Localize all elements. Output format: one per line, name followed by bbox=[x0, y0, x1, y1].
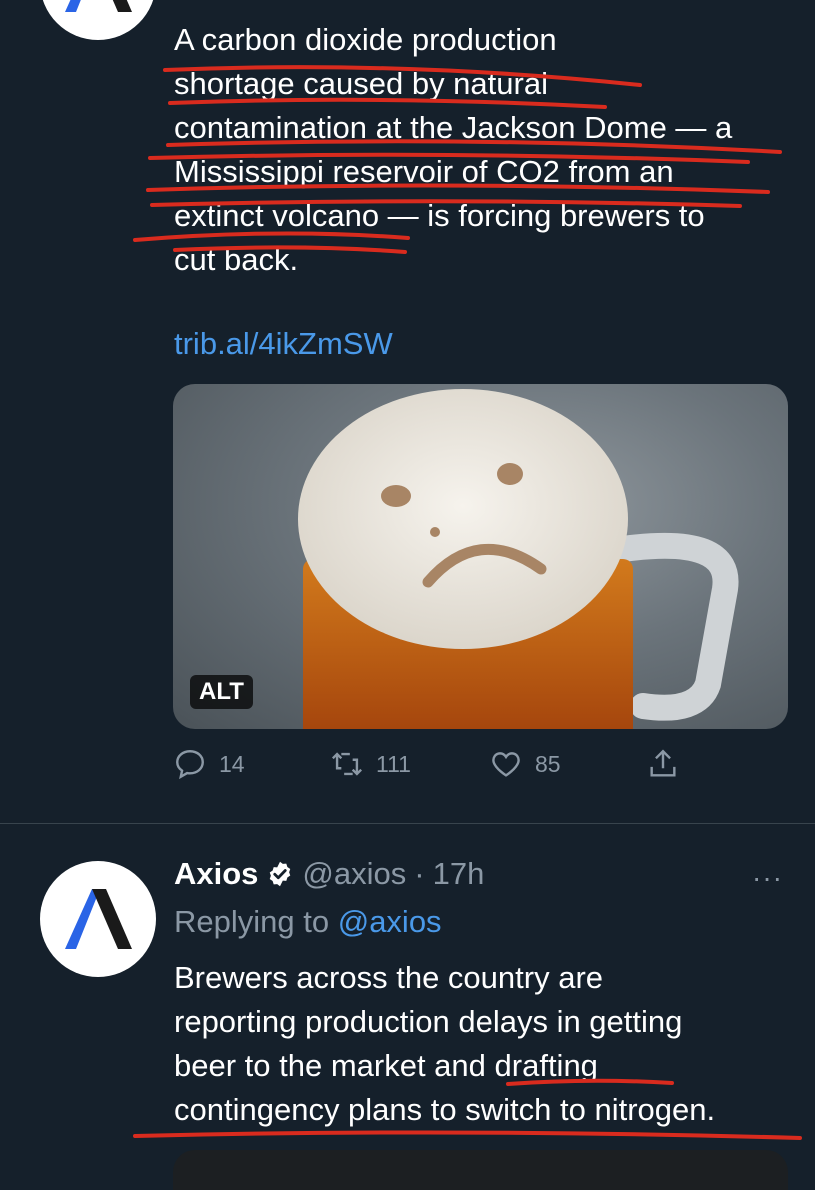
like-button[interactable]: 85 bbox=[489, 747, 561, 781]
tweet-media-image-2[interactable] bbox=[173, 1150, 788, 1190]
tweet-link[interactable]: trib.al/4ikZmSW bbox=[174, 326, 393, 362]
heart-icon bbox=[492, 752, 520, 777]
tweet-divider bbox=[0, 823, 815, 824]
author-handle[interactable]: @axios bbox=[302, 856, 406, 892]
alt-badge[interactable]: ALT bbox=[190, 675, 253, 709]
replying-to-prefix: Replying to bbox=[174, 904, 330, 939]
retweet-count: 111 bbox=[376, 750, 411, 777]
more-options-icon[interactable]: ··· bbox=[752, 862, 783, 894]
retweet-icon bbox=[331, 752, 363, 776]
reply-icon bbox=[176, 750, 204, 780]
reply-button[interactable]: 14 bbox=[173, 747, 245, 781]
reply-count: 14 bbox=[219, 750, 245, 777]
tweet-time[interactable]: 17h bbox=[433, 856, 485, 892]
share-button[interactable] bbox=[646, 747, 680, 781]
tweet-action-bar: 14 111 85 bbox=[0, 747, 815, 787]
axios-logo-icon bbox=[65, 0, 132, 12]
retweet-button[interactable]: 111 bbox=[330, 747, 411, 781]
author-name[interactable]: Axios bbox=[174, 856, 258, 892]
axios-logo-icon bbox=[65, 889, 132, 949]
replying-to-handle[interactable]: @axios bbox=[338, 904, 442, 939]
verified-badge-icon bbox=[270, 861, 291, 887]
like-count: 85 bbox=[535, 750, 561, 777]
replying-to: Replying to @axios bbox=[174, 904, 442, 940]
axios-avatar-top[interactable] bbox=[40, 0, 156, 40]
tweet-media-image[interactable]: ALT bbox=[173, 384, 788, 729]
tweet-text: A carbon dioxide production shortage cau… bbox=[174, 22, 733, 277]
header-separator: · bbox=[414, 856, 425, 891]
tweet-text-2: Brewers across the country are reporting… bbox=[174, 960, 716, 1127]
tweet-header: Axios @axios · 17h bbox=[174, 856, 484, 892]
sad-face-beer-icon bbox=[298, 389, 739, 729]
axios-avatar[interactable] bbox=[40, 861, 156, 977]
share-icon bbox=[650, 749, 676, 777]
